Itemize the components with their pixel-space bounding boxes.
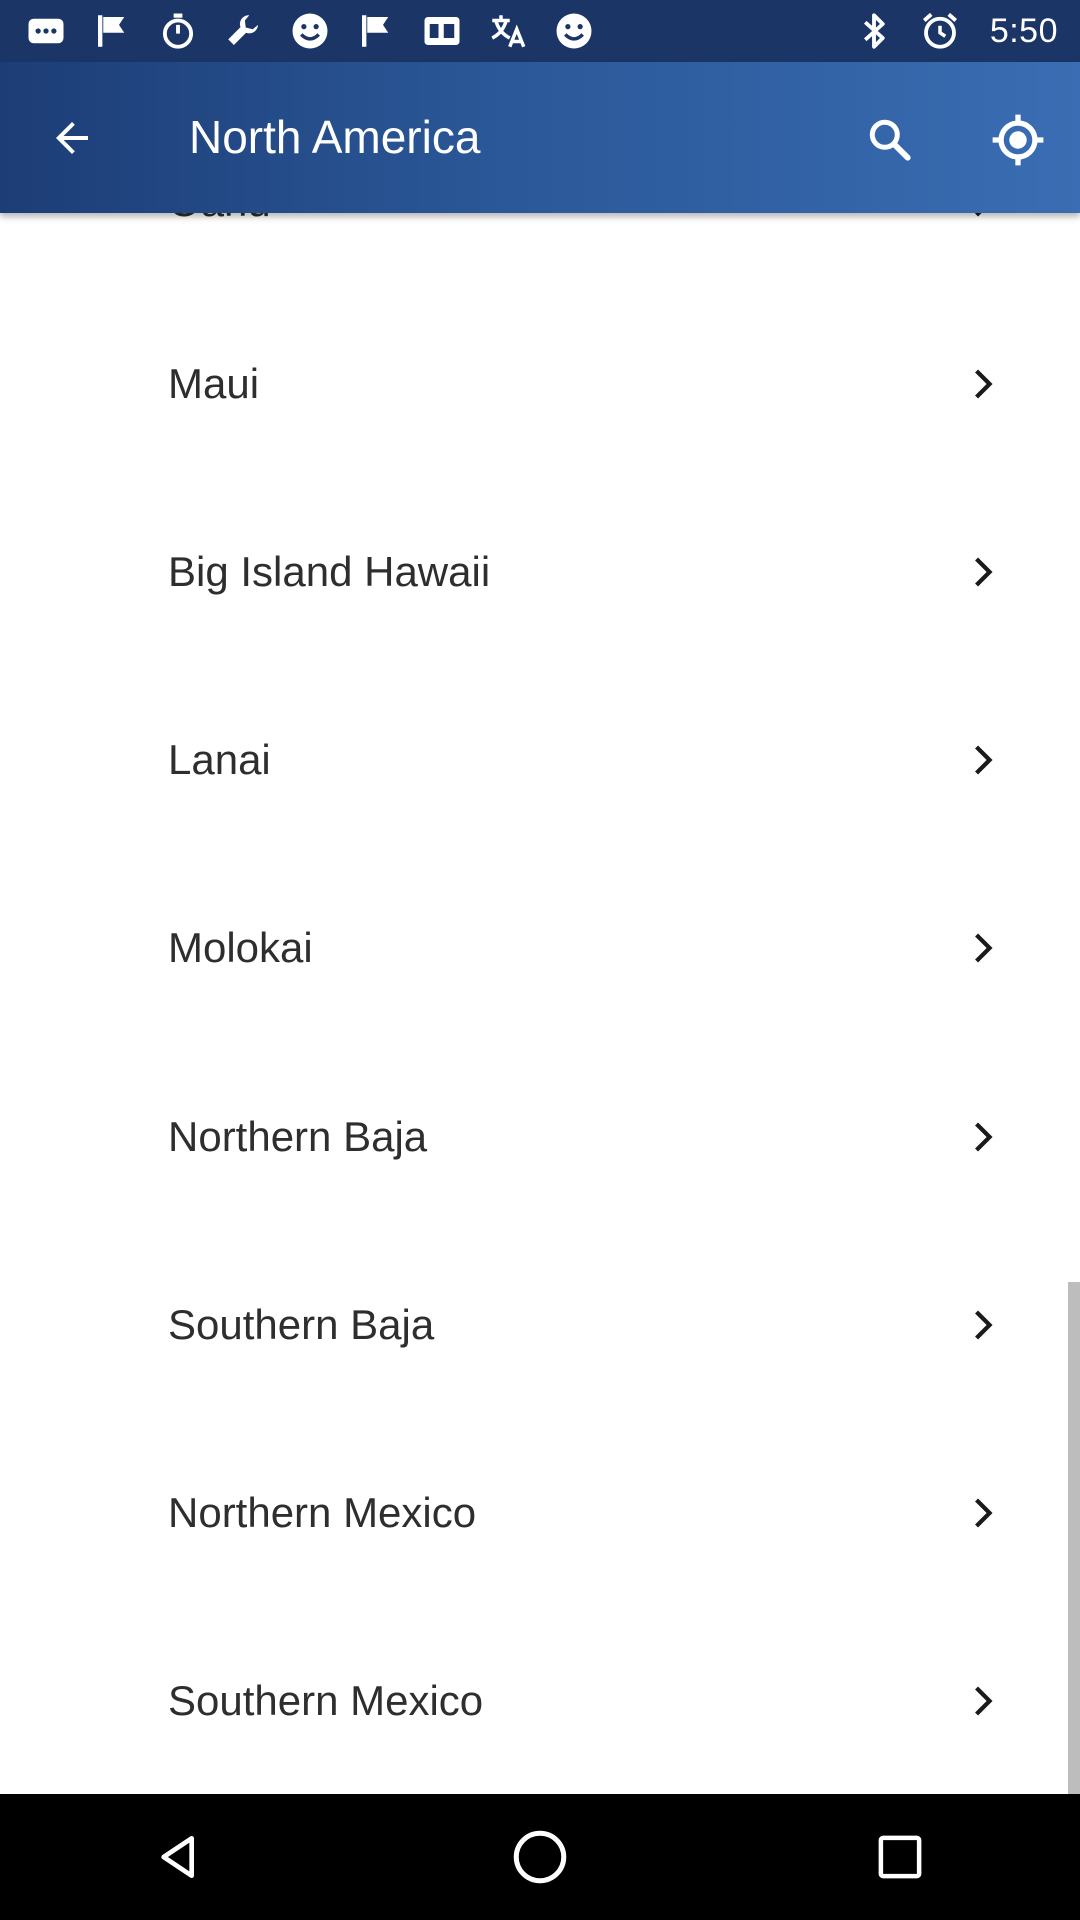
home-circle-icon[interactable]	[485, 1802, 595, 1912]
list-item-northern-mexico[interactable]: Northern Mexico	[0, 1419, 1080, 1607]
search-icon[interactable]	[850, 100, 930, 180]
list-item-label: Northern Baja	[168, 1113, 428, 1160]
chevron-right-icon	[960, 927, 1002, 969]
smiley-icon	[288, 9, 332, 53]
list-item-label: Maui	[168, 360, 260, 407]
screen: Oahu Maui Big Island Hawaii Lanai Moloka…	[0, 0, 1080, 1920]
page-title: North America	[189, 111, 481, 163]
list-item-label: Molokai	[168, 924, 313, 971]
chevron-right-icon	[960, 551, 1002, 593]
list-item-southern-mexico[interactable]: Southern Mexico	[0, 1607, 1080, 1794]
scrollbar[interactable]	[1068, 1282, 1080, 1794]
chevron-right-icon	[960, 1304, 1002, 1346]
app-bar: North America	[0, 62, 1080, 213]
chevron-right-icon	[960, 1116, 1002, 1158]
region-list[interactable]: Oahu Maui Big Island Hawaii Lanai Moloka…	[0, 0, 1080, 1794]
my-location-icon[interactable]	[976, 98, 1060, 182]
chevron-right-icon	[960, 1492, 1002, 1534]
qq-icon	[420, 9, 464, 53]
list-item-lanai[interactable]: Lanai	[0, 666, 1080, 854]
bluetooth-icon	[852, 9, 896, 53]
smiley-icon	[552, 9, 596, 53]
list-item-label: Northern Mexico	[168, 1489, 477, 1536]
list-item-southern-baja[interactable]: Southern Baja	[0, 1231, 1080, 1419]
wrench-icon	[222, 9, 266, 53]
back-triangle-icon[interactable]	[125, 1802, 235, 1912]
status-time: 5:50	[989, 11, 1058, 50]
list-item-molokai[interactable]: Molokai	[0, 854, 1080, 1042]
translate-icon	[486, 9, 530, 53]
status-bar: 5:50	[0, 0, 1080, 62]
alarm-icon	[918, 9, 962, 53]
chevron-right-icon	[960, 739, 1002, 781]
recents-square-icon[interactable]	[845, 1802, 955, 1912]
list-item-northern-baja[interactable]: Northern Baja	[0, 1043, 1080, 1231]
flag-icon	[354, 9, 398, 53]
chevron-right-icon	[960, 363, 1002, 405]
arrow-back-icon[interactable]	[32, 102, 112, 174]
flag-icon	[90, 9, 134, 53]
system-nav-bar	[0, 1794, 1080, 1920]
stopwatch-icon	[156, 9, 200, 53]
list-item-label: Big Island Hawaii	[168, 548, 491, 595]
list-item-big-island-hawaii[interactable]: Big Island Hawaii	[0, 478, 1080, 666]
list-item-label: Southern Baja	[168, 1301, 435, 1348]
list-item-label: Southern Mexico	[168, 1677, 484, 1724]
messages-icon	[24, 9, 68, 53]
list-item-label: Lanai	[168, 736, 271, 783]
list-item-maui[interactable]: Maui	[0, 290, 1080, 478]
chevron-right-icon	[960, 1680, 1002, 1722]
